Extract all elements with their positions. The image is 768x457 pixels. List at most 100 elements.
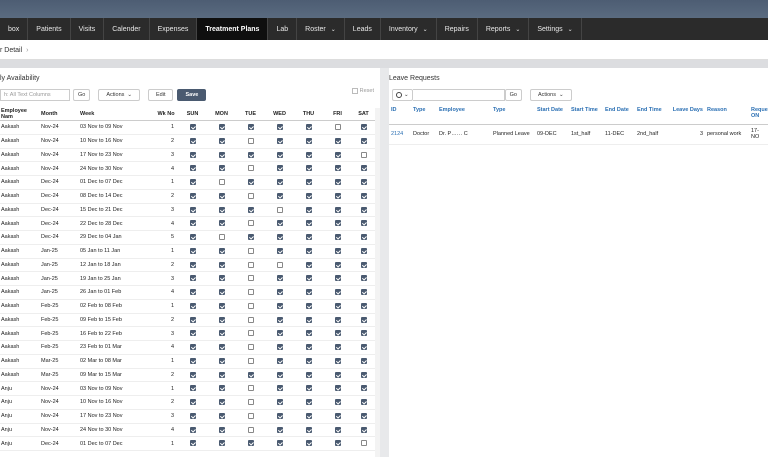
availability-checkbox[interactable]	[189, 234, 196, 241]
availability-checkbox[interactable]	[218, 316, 225, 323]
request-id-link[interactable]: 2124	[389, 124, 411, 145]
availability-checkbox[interactable]	[247, 261, 254, 268]
availability-checkbox[interactable]	[360, 151, 367, 158]
availability-checkbox[interactable]	[334, 316, 341, 323]
availability-checkbox[interactable]	[276, 330, 283, 337]
availability-checkbox[interactable]	[305, 344, 312, 351]
availability-checkbox[interactable]	[218, 234, 225, 241]
availability-checkbox[interactable]	[360, 137, 367, 144]
column-header[interactable]: End Time	[635, 105, 669, 125]
nav-item-reports[interactable]: Reports ⌄	[478, 18, 530, 40]
column-header[interactable]: Reque ON	[749, 105, 768, 125]
availability-checkbox[interactable]	[334, 440, 341, 447]
column-header[interactable]: Type	[491, 105, 535, 125]
availability-checkbox[interactable]	[218, 151, 225, 158]
availability-checkbox[interactable]	[334, 179, 341, 186]
availability-checkbox[interactable]	[334, 412, 341, 419]
availability-checkbox[interactable]	[334, 261, 341, 268]
availability-checkbox[interactable]	[189, 137, 196, 144]
availability-checkbox[interactable]	[189, 426, 196, 433]
availability-checkbox[interactable]	[218, 399, 225, 406]
availability-checkbox[interactable]	[189, 124, 196, 131]
leave-go-button[interactable]: Go	[504, 88, 522, 101]
nav-item-repairs[interactable]: Repairs	[437, 18, 478, 40]
availability-checkbox[interactable]	[276, 440, 283, 447]
availability-checkbox[interactable]	[360, 289, 367, 296]
availability-checkbox[interactable]	[218, 261, 225, 268]
availability-checkbox[interactable]	[218, 357, 225, 364]
availability-checkbox[interactable]	[247, 399, 254, 406]
availability-checkbox[interactable]	[218, 275, 225, 282]
availability-checkbox[interactable]	[247, 412, 254, 419]
availability-checkbox[interactable]	[189, 165, 196, 172]
availability-checkbox[interactable]	[247, 330, 254, 337]
availability-checkbox[interactable]	[247, 426, 254, 433]
leave-search-input[interactable]	[412, 88, 505, 101]
availability-checkbox[interactable]	[360, 399, 367, 406]
availability-checkbox[interactable]	[360, 247, 367, 254]
availability-checkbox[interactable]	[218, 206, 225, 213]
availability-checkbox[interactable]	[334, 165, 341, 172]
availability-checkbox[interactable]	[276, 344, 283, 351]
availability-checkbox[interactable]	[247, 371, 254, 378]
availability-checkbox[interactable]	[247, 179, 254, 186]
availability-checkbox[interactable]	[276, 289, 283, 296]
availability-checkbox[interactable]	[247, 344, 254, 351]
availability-checkbox[interactable]	[360, 275, 367, 282]
availability-checkbox[interactable]	[276, 302, 283, 309]
availability-checkbox[interactable]	[276, 151, 283, 158]
availability-checkbox[interactable]	[305, 192, 312, 199]
availability-checkbox[interactable]	[305, 399, 312, 406]
availability-checkbox[interactable]	[305, 124, 312, 131]
availability-checkbox[interactable]	[218, 247, 225, 254]
nav-item-expenses[interactable]: Expenses	[150, 18, 198, 40]
nav-item-lab[interactable]: Lab	[268, 18, 298, 40]
nav-item-visits[interactable]: Visits	[71, 18, 105, 40]
availability-checkbox[interactable]	[276, 124, 283, 131]
nav-item-treatment-plans[interactable]: Treatment Plans	[197, 18, 269, 40]
save-button[interactable]: Save	[177, 88, 207, 101]
availability-checkbox[interactable]	[360, 412, 367, 419]
availability-checkbox[interactable]	[247, 275, 254, 282]
column-header[interactable]: Employee Nam	[0, 108, 40, 121]
availability-checkbox[interactable]	[276, 192, 283, 199]
availability-checkbox[interactable]	[334, 357, 341, 364]
availability-checkbox[interactable]	[305, 275, 312, 282]
availability-checkbox[interactable]	[189, 344, 196, 351]
availability-checkbox[interactable]	[276, 399, 283, 406]
availability-checkbox[interactable]	[360, 316, 367, 323]
availability-checkbox[interactable]	[276, 385, 283, 392]
nav-item-calender[interactable]: Calender	[104, 18, 150, 40]
availability-checkbox[interactable]	[334, 124, 341, 131]
availability-checkbox[interactable]	[218, 330, 225, 337]
availability-checkbox[interactable]	[247, 137, 254, 144]
availability-checkbox[interactable]	[305, 330, 312, 337]
availability-checkbox[interactable]	[276, 371, 283, 378]
nav-item-leads[interactable]: Leads	[345, 18, 381, 40]
availability-checkbox[interactable]	[218, 179, 225, 186]
availability-checkbox[interactable]	[189, 151, 196, 158]
availability-checkbox[interactable]	[276, 220, 283, 227]
edit-button[interactable]: Edit	[148, 88, 174, 101]
column-header[interactable]: Type	[411, 105, 437, 125]
column-header[interactable]: Week	[79, 108, 154, 121]
leave-actions-button[interactable]: Actions ⌄	[529, 88, 572, 101]
availability-checkbox[interactable]	[334, 247, 341, 254]
availability-checkbox[interactable]	[247, 247, 254, 254]
nav-item-box[interactable]: box	[0, 18, 29, 40]
availability-checkbox[interactable]	[218, 137, 225, 144]
availability-checkbox[interactable]	[276, 137, 283, 144]
availability-checkbox[interactable]	[276, 165, 283, 172]
availability-checkbox[interactable]	[218, 220, 225, 227]
column-header[interactable]: Start Date	[535, 105, 569, 125]
availability-checkbox[interactable]	[305, 357, 312, 364]
column-header[interactable]: MON	[207, 108, 236, 121]
availability-checkbox[interactable]	[276, 261, 283, 268]
availability-checkbox[interactable]	[360, 344, 367, 351]
column-header[interactable]: Start Time	[569, 105, 603, 125]
availability-checkbox[interactable]	[276, 206, 283, 213]
availability-checkbox[interactable]	[247, 192, 254, 199]
availability-checkbox[interactable]	[247, 206, 254, 213]
availability-checkbox[interactable]	[334, 302, 341, 309]
availability-checkbox[interactable]	[305, 247, 312, 254]
